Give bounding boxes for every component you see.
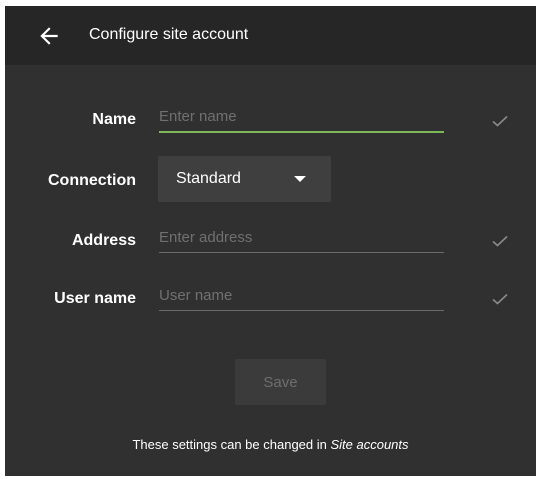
connection-selected-value: Standard: [176, 170, 241, 187]
page-title: Configure site account: [89, 26, 249, 43]
address-label: Address: [71, 232, 136, 249]
address-check-icon: [492, 235, 508, 247]
site-accounts-link[interactable]: Site accounts: [330, 437, 408, 452]
footer-text: These settings can be changed in: [132, 437, 331, 452]
address-field-container[interactable]: [159, 224, 444, 253]
footer-note: These settings can be changed in Site ac…: [5, 437, 536, 453]
username-check-icon: [492, 293, 508, 305]
app-bar: Configure site account: [5, 6, 536, 65]
name-label: Name: [92, 111, 136, 128]
connection-dropdown[interactable]: Standard: [158, 156, 331, 202]
name-check-icon: [492, 115, 508, 127]
save-button[interactable]: Save: [235, 359, 326, 405]
name-field-container[interactable]: [159, 103, 444, 133]
caret-down-icon: [294, 176, 306, 182]
username-field-container[interactable]: [159, 282, 444, 311]
arrow-left-icon[interactable]: [36, 23, 62, 49]
name-input[interactable]: [159, 103, 444, 129]
username-label: User name: [54, 290, 136, 307]
connection-label: Connection: [48, 172, 136, 189]
screen: Configure site account Name Connection S…: [5, 6, 536, 476]
username-input[interactable]: [159, 282, 444, 308]
address-input[interactable]: [159, 224, 444, 250]
